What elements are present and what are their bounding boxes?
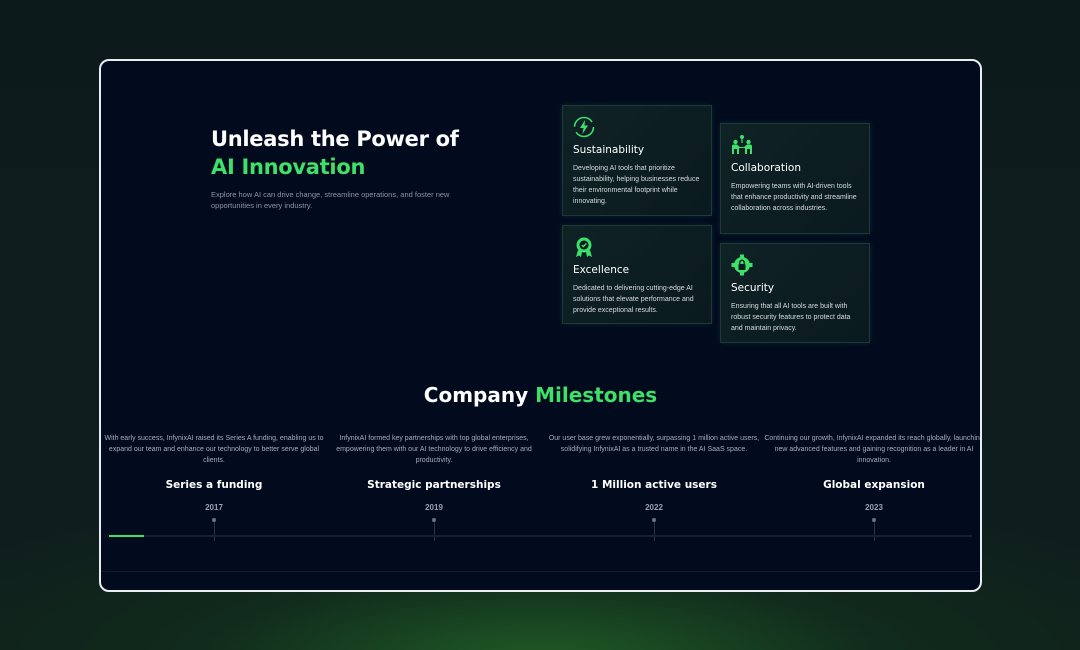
feature-title: Sustainability [573,144,645,156]
milestone-title: Global expansion [823,479,925,491]
feature-card-excellence: Excellence Dedicated to delivering cutti… [562,225,712,324]
feature-text: Developing AI tools that prioritize sust… [573,165,700,205]
divider [101,571,980,572]
hero-title-highlight: AI Innovation [211,155,366,179]
timeline-stem [653,522,655,541]
shield-lock-icon [731,254,753,276]
milestone-item: With early success, InfynixAI raised its… [104,433,324,541]
milestone-text: Our user base grew exponentially, surpas… [548,435,760,453]
feature-card-sustainability: Sustainability Developing AI tools that … [562,105,712,216]
timeline-stem [873,522,875,541]
timeline-track[interactable] [109,535,972,537]
milestone-text: With early success, InfynixAI raised its… [104,435,324,464]
milestone-year: 2023 [865,503,883,512]
milestone-item: InfynixAI formed key partnerships with t… [324,433,544,541]
feature-card-collaboration: Collaboration Empowering teams with AI-d… [720,123,870,234]
feature-title: Excellence [573,264,630,276]
feature-title: Collaboration [731,162,801,174]
milestone-year: 2019 [425,503,443,512]
lightning-cycle-icon [573,116,595,138]
milestone-item: Our user base grew exponentially, surpas… [544,433,764,541]
page-frame: Unleash the Power of AI Innovation Explor… [99,59,982,592]
milestones-title: Company Milestones [101,383,980,407]
feature-text: Dedicated to delivering cutting-edge AI … [573,285,694,314]
timeline-stem [433,522,435,541]
timeline-stem [213,522,215,541]
timeline-progress [109,535,144,537]
hero-title-line1: Unleash the Power of [211,127,459,151]
milestones-title-part1: Company [423,383,529,407]
feature-title: Security [731,282,775,294]
team-collaboration-icon [731,134,753,156]
milestone-text: Continuing our growth, InfynixAI expande… [764,435,982,464]
milestone-year: 2022 [645,503,663,512]
milestones-title-highlight: Milestones [535,383,658,407]
hero-subtitle: Explore how AI can drive change, streaml… [211,190,450,210]
feature-card-security: Security Ensuring that all AI tools are … [720,243,870,343]
milestone-title: 1 Million active users [591,479,717,491]
milestone-item: Continuing our growth, InfynixAI expande… [764,433,982,541]
award-badge-icon [573,236,595,258]
milestone-year: 2017 [205,503,223,512]
hero-title: Unleash the Power of AI Innovation [211,125,459,181]
milestone-title: Series a funding [165,479,263,491]
feature-text: Ensuring that all AI tools are built wit… [731,303,851,332]
milestone-title: Strategic partnerships [367,479,501,491]
milestone-text: InfynixAI formed key partnerships with t… [336,435,532,464]
feature-text: Empowering teams with AI-driven tools th… [731,183,857,212]
